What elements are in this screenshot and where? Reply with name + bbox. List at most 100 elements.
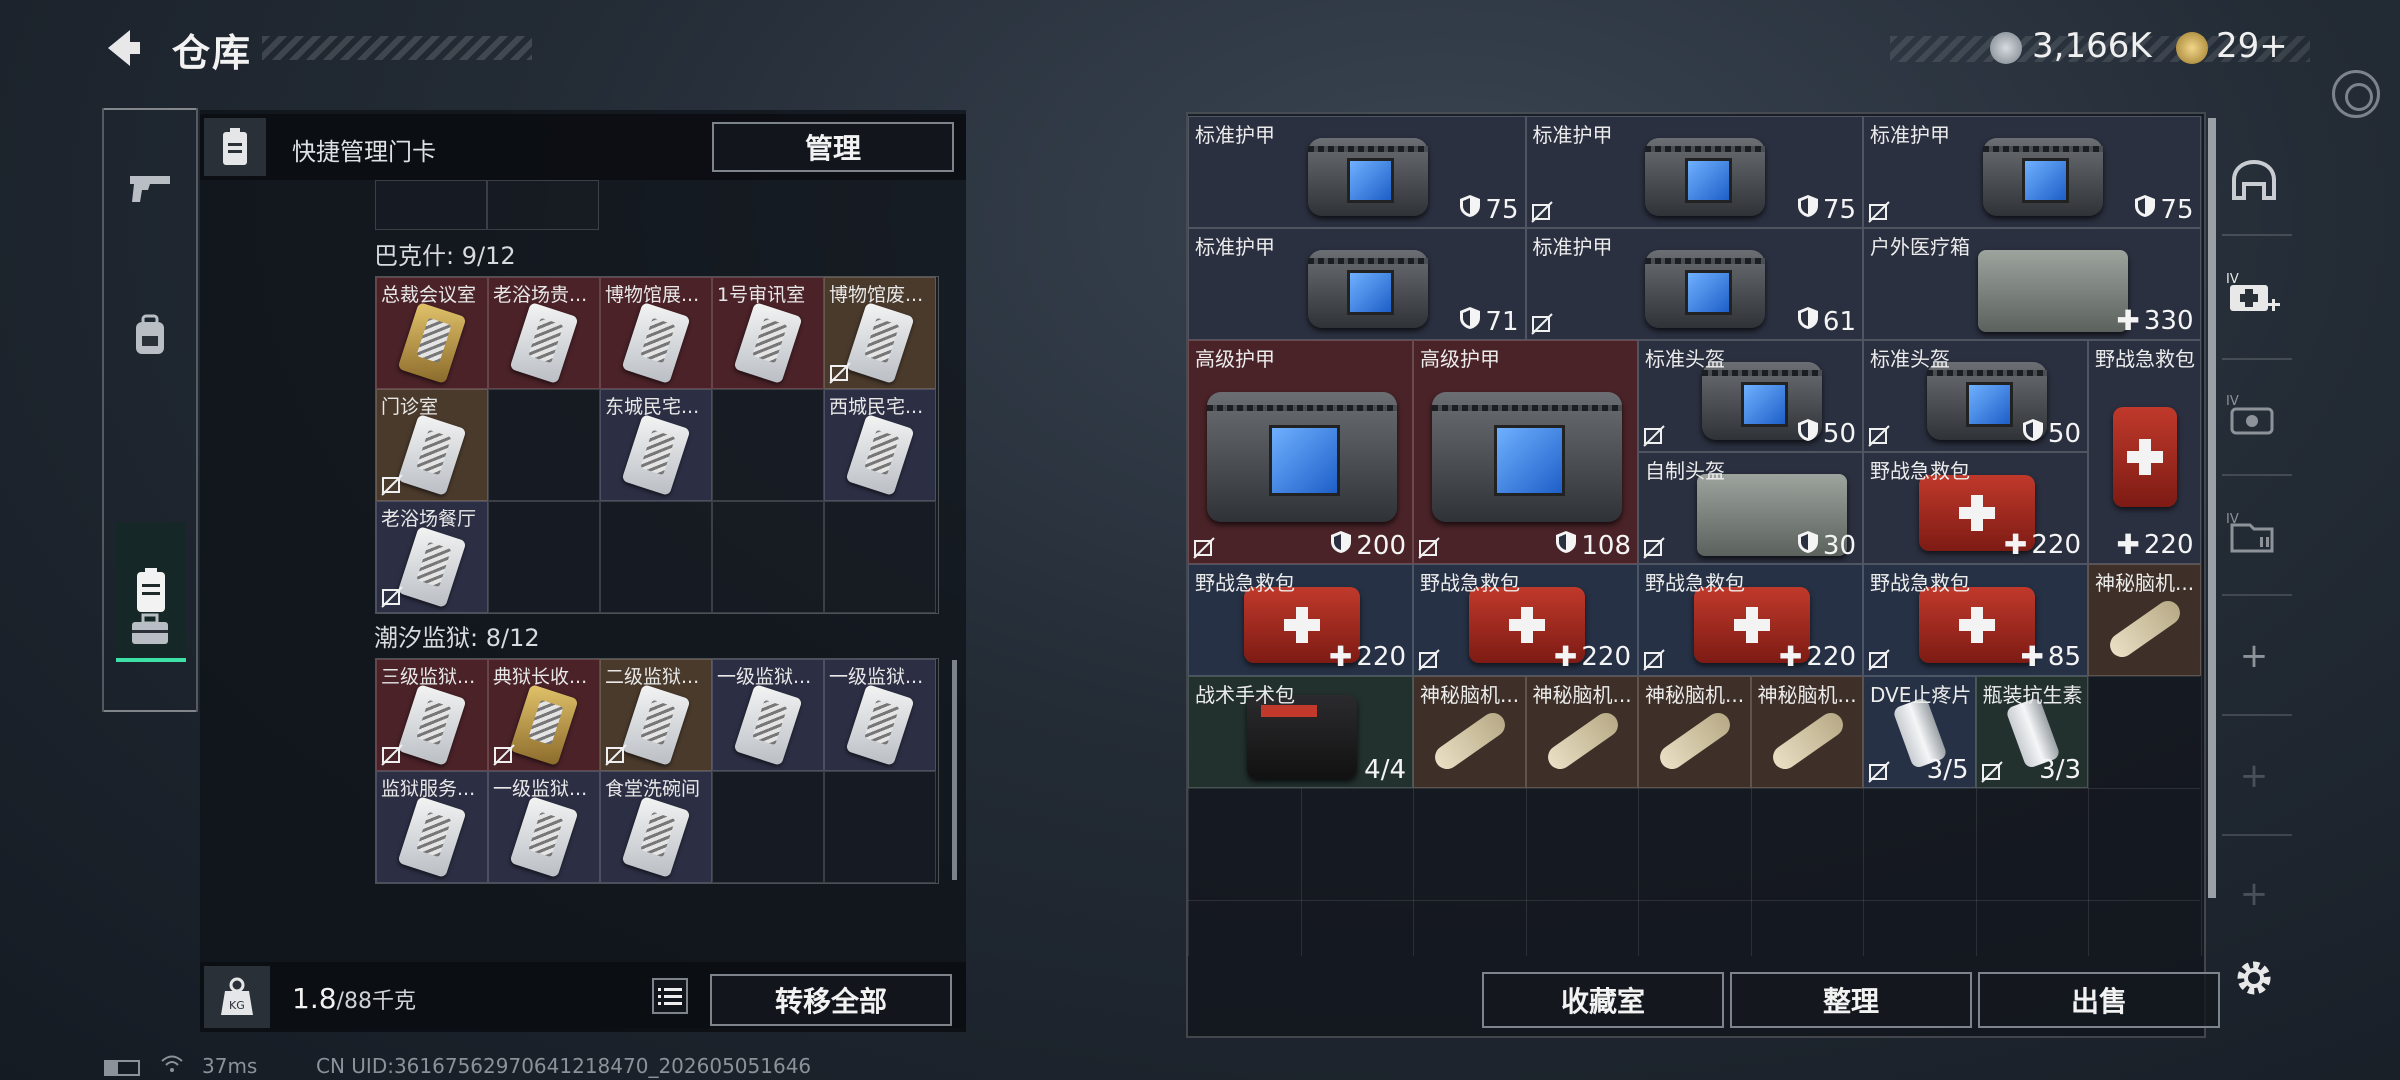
inventory-item[interactable]: 野战急救包 ✚ 220 [2088, 340, 2201, 564]
keycard-slot[interactable]: 1号审讯室 [712, 277, 824, 389]
keycard-slot[interactable]: 门诊室 [376, 389, 488, 501]
item-value-text: 220 [1806, 641, 1856, 672]
premium-currency-icon [2176, 32, 2208, 64]
inventory-item[interactable]: 神秘脑机... [2088, 564, 2201, 676]
inventory-item[interactable]: 野战急救包 ✚ 85 [1863, 564, 2088, 676]
shield-icon [1797, 418, 1819, 449]
keycard-name: 一级监狱... [829, 666, 924, 688]
currency-amount: 3,166K [2032, 26, 2152, 66]
keycard-slot[interactable]: 博物馆展... [600, 277, 712, 389]
gear-icon[interactable] [2226, 950, 2282, 1006]
item-name: 标准护甲 [1532, 123, 1613, 147]
keycard-slot[interactable]: 老浴场餐厅 [376, 501, 488, 613]
inventory-item[interactable]: 高级护甲 200 [1188, 340, 1413, 564]
inventory-item[interactable]: 户外医疗箱 ✚ 330 [1863, 228, 2201, 340]
keycard-slot[interactable]: 博物馆废... [824, 277, 936, 389]
keycard-image [621, 301, 691, 385]
item-name: 高级护甲 [1195, 347, 1275, 371]
keycard-slot[interactable]: 一级监狱... [488, 771, 600, 883]
weapon-tab-icon[interactable] [114, 152, 186, 224]
inventory-item[interactable]: 标准护甲 75 [1863, 116, 2201, 228]
shield-icon [2134, 194, 2156, 225]
not-sellable-icon [1868, 649, 1890, 671]
inventory-item[interactable]: 瓶装抗生素 3/3 [1975, 676, 2088, 788]
armor-icon [1645, 138, 1766, 216]
keycard-slot[interactable]: 食堂洗碗间 [600, 771, 712, 883]
inventory-item[interactable]: 神秘脑机... [1750, 676, 1863, 788]
item-name: 标准护甲 [1195, 123, 1275, 147]
inventory-item[interactable]: 标准护甲 61 [1525, 228, 1863, 340]
armor-slot-icon[interactable]: IV [2226, 388, 2282, 444]
grid-line [1188, 788, 2200, 789]
add-slot-icon[interactable]: + [2226, 628, 2282, 684]
inventory-item[interactable]: 野战急救包 ✚ 220 [1863, 452, 2088, 564]
collection-room-button[interactable]: 收藏室 [1482, 972, 1724, 1028]
premium-currency-amount[interactable]: 29+ [2216, 26, 2288, 66]
item-name: 神秘脑机... [1532, 683, 1632, 707]
inventory-item[interactable]: 标准头盔 50 [1638, 340, 1863, 452]
keycard-slot[interactable]: 东城民宅... [600, 389, 712, 501]
keycard-name: 东城民宅... [605, 396, 700, 418]
keycard-slot[interactable]: 三级监狱... [376, 659, 488, 771]
inventory-item[interactable]: 野战急救包 ✚ 220 [1638, 564, 1863, 676]
empty-key-slot [824, 771, 936, 883]
not-sellable-icon [381, 586, 403, 608]
item-name: 标准护甲 [1870, 123, 1950, 147]
keycard-slot[interactable]: 一级监狱... [824, 659, 936, 771]
keycard-slot[interactable]: 二级监狱... [600, 659, 712, 771]
list-view-button[interactable] [652, 978, 688, 1014]
organize-button[interactable]: 整理 [1730, 972, 1972, 1028]
keycard-slot[interactable]: 监狱服务... [376, 771, 488, 883]
inventory-item[interactable]: 标准护甲 75 [1525, 116, 1863, 228]
inventory-item[interactable]: 高级护甲 108 [1413, 340, 1638, 564]
keycard-slot[interactable]: 一级监狱... [712, 659, 824, 771]
not-sellable-icon [1643, 425, 1665, 447]
inventory-item[interactable]: 标准护甲 71 [1188, 228, 1526, 340]
not-sellable-icon [1868, 761, 1890, 783]
helmet-slot-icon[interactable] [2226, 152, 2282, 208]
item-value: ✚ 220 [1554, 640, 1631, 673]
inventory-item[interactable]: 标准头盔 50 [1863, 340, 2088, 452]
inventory-item[interactable]: 野战急救包 ✚ 220 [1188, 564, 1413, 676]
storage-scrollbar[interactable] [2208, 118, 2216, 898]
inventory-item[interactable]: 自制头盔 30 [1638, 452, 1863, 564]
inventory-item[interactable]: 神秘脑机... [1638, 676, 1751, 788]
inventory-item[interactable]: 战术手术包 4/4 [1188, 676, 1413, 788]
inventory-item[interactable]: 野战急救包 ✚ 220 [1413, 564, 1638, 676]
brain-chip-icon [1430, 708, 1510, 774]
item-value-text: 75 [1485, 194, 1519, 225]
weight-capacity: /88千克 [336, 989, 416, 1014]
keycard-image [509, 683, 579, 767]
settings-ring-icon[interactable] [2332, 70, 2380, 118]
svg-text:KG: KG [229, 999, 245, 1012]
keycard-name: 老浴场贵... [493, 284, 588, 306]
sell-button[interactable]: 出售 [1978, 972, 2220, 1028]
left-scrollbar[interactable] [952, 660, 957, 880]
keycard-name: 总裁会议室 [381, 284, 477, 306]
brain-chip-icon [1655, 708, 1735, 774]
inventory-item[interactable]: 神秘脑机... [1413, 676, 1526, 788]
uid-readout: CN UID:36167562970641218470_202605051646 [316, 1054, 812, 1078]
inventory-item[interactable]: 神秘脑机... [1525, 676, 1638, 788]
keycard-image [621, 795, 691, 879]
back-button[interactable] [100, 24, 148, 72]
inventory-item[interactable]: 标准护甲 75 [1188, 116, 1526, 228]
partial-key-row [375, 180, 601, 230]
heal-plus-icon: ✚ [1553, 640, 1578, 673]
weight-value: 1.8 [292, 982, 337, 1015]
transfer-all-button[interactable]: 转移全部 [710, 974, 952, 1026]
toolbox-tab-icon[interactable] [114, 594, 186, 666]
shield-icon [1555, 530, 1577, 561]
backpack-tab-icon[interactable] [114, 300, 186, 372]
keycard-slot[interactable]: 西城民宅... [824, 389, 936, 501]
keycard-slot[interactable]: 老浴场贵... [488, 277, 600, 389]
manage-button[interactable]: 管理 [712, 122, 954, 172]
keycard-slot[interactable]: 典狱长收... [488, 659, 600, 771]
inventory-item[interactable]: DVE止疼片 3/5 [1863, 676, 1976, 788]
keycard-image [397, 413, 467, 497]
item-name: 高级护甲 [1420, 347, 1500, 371]
item-value-text: 220 [2143, 529, 2194, 560]
document-slot-icon[interactable]: IV [2226, 506, 2282, 562]
keycard-slot[interactable]: 总裁会议室 [376, 277, 488, 389]
medkit-slot-icon[interactable]: IV [2226, 266, 2282, 322]
